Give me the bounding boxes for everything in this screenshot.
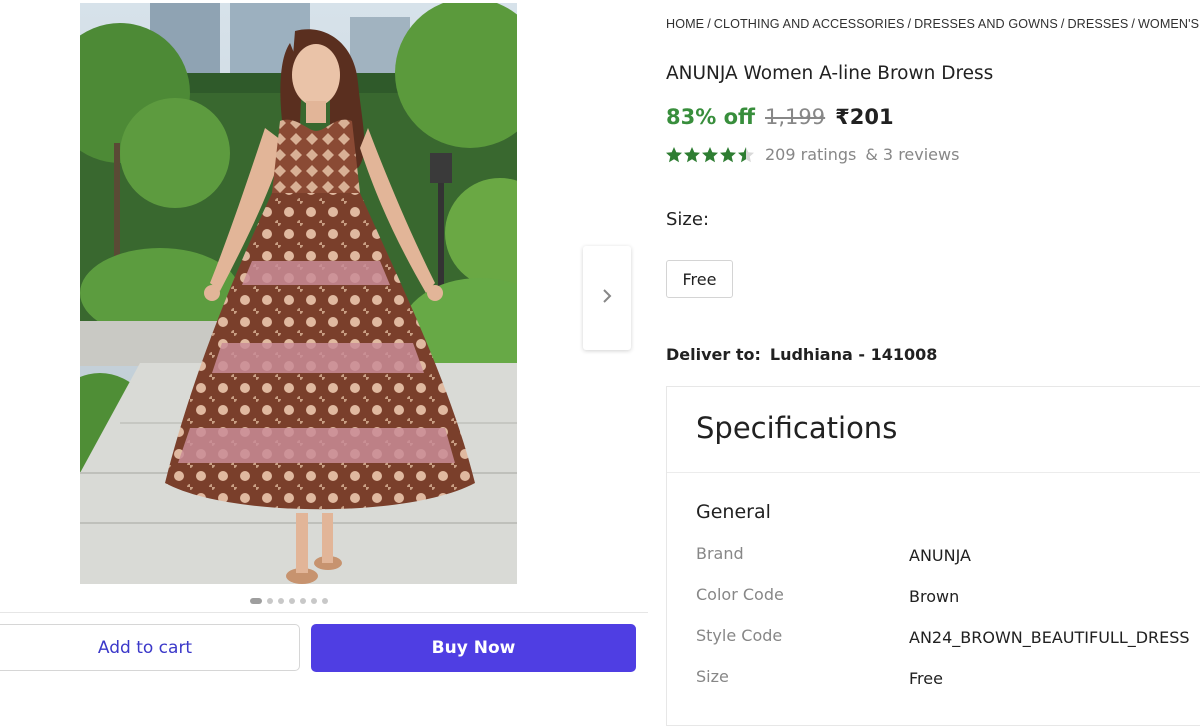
breadcrumb: HOME / CLOTHING AND ACCESSORIES / DRESSES AN… — [666, 17, 1200, 31]
reviews-count: & 3 reviews — [865, 145, 960, 164]
price-row: 83% off 1,199 ₹201 — [666, 105, 894, 129]
specifications-title: Specifications — [696, 411, 898, 445]
gallery-pagination — [250, 598, 328, 604]
chevron-right-icon — [600, 288, 614, 308]
star-icon — [684, 146, 700, 162]
breadcrumb-item[interactable]: HOME — [666, 17, 704, 31]
product-image[interactable] — [80, 3, 517, 584]
original-price: 1,199 — [765, 105, 826, 129]
breadcrumb-separator: / — [907, 17, 912, 31]
selling-price: ₹201 — [835, 105, 894, 129]
spec-section-title: General — [696, 501, 771, 523]
pagination-dot[interactable] — [300, 598, 306, 604]
spec-key-color-code: Color Code — [696, 585, 784, 604]
size-option-free[interactable]: Free — [666, 260, 733, 298]
size-label: Size: — [666, 209, 710, 230]
rating-row[interactable]: 209 ratings & 3 reviews — [665, 145, 959, 164]
pagination-dot[interactable] — [250, 598, 262, 604]
pagination-dot[interactable] — [278, 598, 284, 604]
pagination-dot[interactable] — [322, 598, 328, 604]
spec-value-style-code: AN24_BROWN_BEAUTIFULL_DRESS — [909, 628, 1190, 647]
breadcrumb-separator: / — [1131, 17, 1135, 31]
breadcrumb-separator: / — [707, 17, 711, 31]
spec-value-color-code: Brown — [909, 587, 960, 606]
star-icon — [720, 146, 736, 162]
breadcrumb-item[interactable]: CLOTHING AND ACCESSORIES — [714, 17, 905, 31]
spec-value-brand: ANUNJA — [909, 546, 971, 565]
next-image-button[interactable] — [583, 246, 631, 350]
breadcrumb-item[interactable]: DRESSES — [1067, 17, 1128, 31]
pagination-dot[interactable] — [311, 598, 317, 604]
star-icon — [666, 146, 682, 162]
breadcrumb-item[interactable]: WOMEN'S DRESSES — [1138, 17, 1200, 31]
breadcrumb-item[interactable]: DRESSES AND GOWNS — [914, 17, 1058, 31]
divider — [667, 472, 1200, 473]
delivery-info[interactable]: Deliver to: Ludhiana - 141008 — [666, 345, 937, 364]
spec-key-brand: Brand — [696, 544, 744, 563]
breadcrumb-separator: / — [1060, 17, 1065, 31]
star-icon — [738, 146, 754, 162]
pagination-dot[interactable] — [267, 598, 273, 604]
deliver-to-label: Deliver to: — [666, 345, 761, 364]
spec-key-size: Size — [696, 667, 729, 686]
ratings-count: 209 ratings — [765, 145, 857, 164]
spec-value-size: Free — [909, 669, 943, 688]
spec-key-style-code: Style Code — [696, 626, 783, 645]
star-icon — [702, 146, 718, 162]
buy-now-button[interactable]: Buy Now — [311, 624, 636, 672]
discount-badge: 83% off — [666, 105, 756, 129]
pagination-dot[interactable] — [289, 598, 295, 604]
product-title: ANUNJA Women A-line Brown Dress — [666, 63, 994, 84]
add-to-cart-button[interactable]: Add to cart — [0, 624, 300, 671]
rating-stars — [665, 146, 755, 164]
delivery-location: Ludhiana - 141008 — [769, 345, 938, 364]
